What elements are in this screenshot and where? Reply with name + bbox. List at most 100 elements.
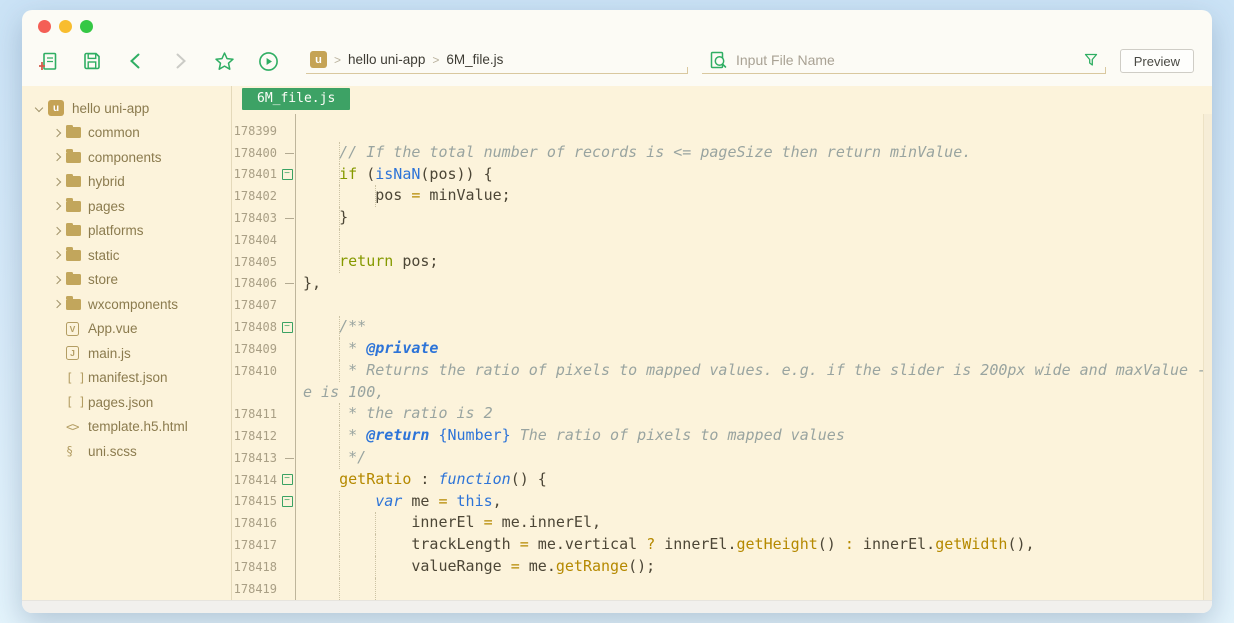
code-text[interactable]: /**	[295, 316, 1212, 338]
code-text[interactable]: * @return {Number} The ratio of pixels t…	[295, 425, 1212, 447]
tree-item-wxcomponents[interactable]: wxcomponents	[22, 292, 231, 317]
breadcrumb[interactable]: u > hello uni-app > 6M_file.js	[306, 48, 688, 74]
tree-item-platforms[interactable]: platforms	[22, 219, 231, 244]
code-line-178410[interactable]: 178410 * Returns the ratio of pixels to …	[232, 360, 1212, 382]
line-number: 178409	[232, 342, 279, 356]
code-text[interactable]: }	[295, 207, 1212, 229]
fold-marker-icon[interactable]: −	[282, 322, 293, 333]
code-line-178413[interactable]: 178413 */	[232, 447, 1212, 469]
run-icon[interactable]	[256, 49, 280, 73]
code-text[interactable]	[295, 229, 1212, 251]
code-token: () {	[511, 470, 547, 488]
code-line-178399[interactable]: 178399	[232, 120, 1212, 142]
code-line-178414[interactable]: 178414− getRatio : function() {	[232, 469, 1212, 491]
code-text[interactable]: return pos;	[295, 251, 1212, 273]
code-line-178406[interactable]: 178406},	[232, 273, 1212, 295]
code-line-178404[interactable]: 178404	[232, 229, 1212, 251]
tree-item-uni.scss[interactable]: §uni.scss	[22, 439, 231, 464]
code-text[interactable]: valueRange = me.getRange();	[295, 556, 1212, 578]
fold-marker-icon[interactable]: −	[282, 496, 293, 507]
chevron-right-icon[interactable]	[48, 252, 66, 258]
maximize-window-button[interactable]	[80, 20, 93, 33]
code-line-178401[interactable]: 178401− if (isNaN(pos)) {	[232, 164, 1212, 186]
back-icon[interactable]	[124, 49, 148, 73]
code-text[interactable]	[295, 578, 1212, 600]
code-line-178400[interactable]: 178400 // If the total number of records…	[232, 142, 1212, 164]
code-text[interactable]: * @private	[295, 338, 1212, 360]
code-text[interactable]: * Returns the ratio of pixels to mapped …	[295, 360, 1212, 382]
code-token	[448, 492, 457, 510]
chevron-right-icon[interactable]	[48, 301, 66, 307]
tree-item-static[interactable]: static	[22, 243, 231, 268]
code-line-178418[interactable]: 178418 valueRange = me.getRange();	[232, 556, 1212, 578]
file-search-field[interactable]	[702, 48, 1106, 74]
code-line-178416[interactable]: 178416 innerEl = me.innerEl,	[232, 512, 1212, 534]
fold-marker-icon[interactable]: −	[282, 169, 293, 180]
tree-item-components[interactable]: components	[22, 145, 231, 170]
code-area[interactable]: 178399 178400 // If the total number of r…	[232, 114, 1212, 600]
breadcrumb-project[interactable]: hello uni-app	[348, 52, 425, 67]
breadcrumb-file[interactable]: 6M_file.js	[446, 52, 503, 67]
tree-item-main.js[interactable]: Jmain.js	[22, 341, 231, 366]
new-file-icon[interactable]	[36, 49, 60, 73]
code-token: valueRange	[303, 557, 511, 575]
code-line-178417[interactable]: 178417 trackLength = me.vertical ? inner…	[232, 534, 1212, 556]
star-icon[interactable]	[212, 49, 236, 73]
code-text[interactable]: pos = minValue;	[295, 185, 1212, 207]
code-line-178408[interactable]: 178408− /**	[232, 316, 1212, 338]
code-text[interactable]: trackLength = me.vertical ? innerEl.getH…	[295, 534, 1212, 556]
tree-item-hybrid[interactable]: hybrid	[22, 170, 231, 195]
code-line-178405[interactable]: 178405 return pos;	[232, 251, 1212, 273]
minimize-window-button[interactable]	[59, 20, 72, 33]
editor-tab[interactable]: 6M_file.js	[242, 88, 350, 110]
code-text[interactable]	[295, 294, 1212, 316]
code-text[interactable]: innerEl = me.innerEl,	[295, 512, 1212, 534]
code-line-178409[interactable]: 178409 * @private	[232, 338, 1212, 360]
chevron-right-icon[interactable]	[48, 154, 66, 160]
code-text[interactable]: */	[295, 447, 1212, 469]
line-number: 178399	[232, 124, 279, 138]
filter-icon[interactable]	[1084, 53, 1098, 67]
code-text[interactable]	[295, 120, 1212, 142]
tree-item-manifest.json[interactable]: [ ]manifest.json	[22, 366, 231, 391]
tree-item-template.h5.html[interactable]: <>template.h5.html	[22, 415, 231, 440]
tree-item-common[interactable]: common	[22, 121, 231, 146]
vertical-scrollbar[interactable]	[1203, 114, 1212, 600]
fold-column	[279, 185, 295, 207]
file-search-input[interactable]	[736, 52, 1084, 68]
code-text[interactable]: getRatio : function() {	[295, 469, 1212, 491]
code-text[interactable]: // If the total number of records is <= …	[295, 142, 1212, 164]
code-line-178415[interactable]: 178415− var me = this,	[232, 491, 1212, 513]
fold-marker-icon[interactable]: −	[282, 474, 293, 485]
tree-item-App.vue[interactable]: VApp.vue	[22, 317, 231, 342]
code-line-178410[interactable]: e is 100,	[232, 382, 1212, 404]
save-icon[interactable]	[80, 49, 104, 73]
tree-item-pages.json[interactable]: [ ]pages.json	[22, 390, 231, 415]
forward-icon[interactable]	[168, 49, 192, 73]
chevron-down-icon[interactable]	[30, 105, 48, 111]
code-line-178407[interactable]: 178407	[232, 294, 1212, 316]
code-text[interactable]: },	[295, 273, 1212, 295]
code-line-178411[interactable]: 178411 * the ratio is 2	[232, 403, 1212, 425]
code-text[interactable]: e is 100,	[295, 382, 1212, 404]
tree-item-store[interactable]: store	[22, 268, 231, 293]
code-text[interactable]: * the ratio is 2	[295, 403, 1212, 425]
code-text[interactable]: var me = this,	[295, 491, 1212, 513]
chevron-right-icon[interactable]	[48, 130, 66, 136]
chevron-right-icon[interactable]	[48, 228, 66, 234]
code-line-178412[interactable]: 178412 * @return {Number} The ratio of p…	[232, 425, 1212, 447]
preview-button-label: Preview	[1134, 54, 1180, 69]
code-line-178419[interactable]: 178419	[232, 578, 1212, 600]
code-line-178403[interactable]: 178403 }	[232, 207, 1212, 229]
tree-root[interactable]: u hello uni-app	[22, 96, 231, 121]
tree-item-pages[interactable]: pages	[22, 194, 231, 219]
code-line-178402[interactable]: 178402 pos = minValue;	[232, 185, 1212, 207]
preview-button[interactable]: Preview	[1120, 49, 1194, 73]
chevron-right-icon[interactable]	[48, 179, 66, 185]
chevron-right-icon[interactable]	[48, 277, 66, 283]
fold-column	[279, 294, 295, 316]
close-window-button[interactable]	[38, 20, 51, 33]
tree-item-label: pages	[88, 199, 125, 214]
code-text[interactable]: if (isNaN(pos)) {	[295, 164, 1212, 186]
chevron-right-icon[interactable]	[48, 203, 66, 209]
